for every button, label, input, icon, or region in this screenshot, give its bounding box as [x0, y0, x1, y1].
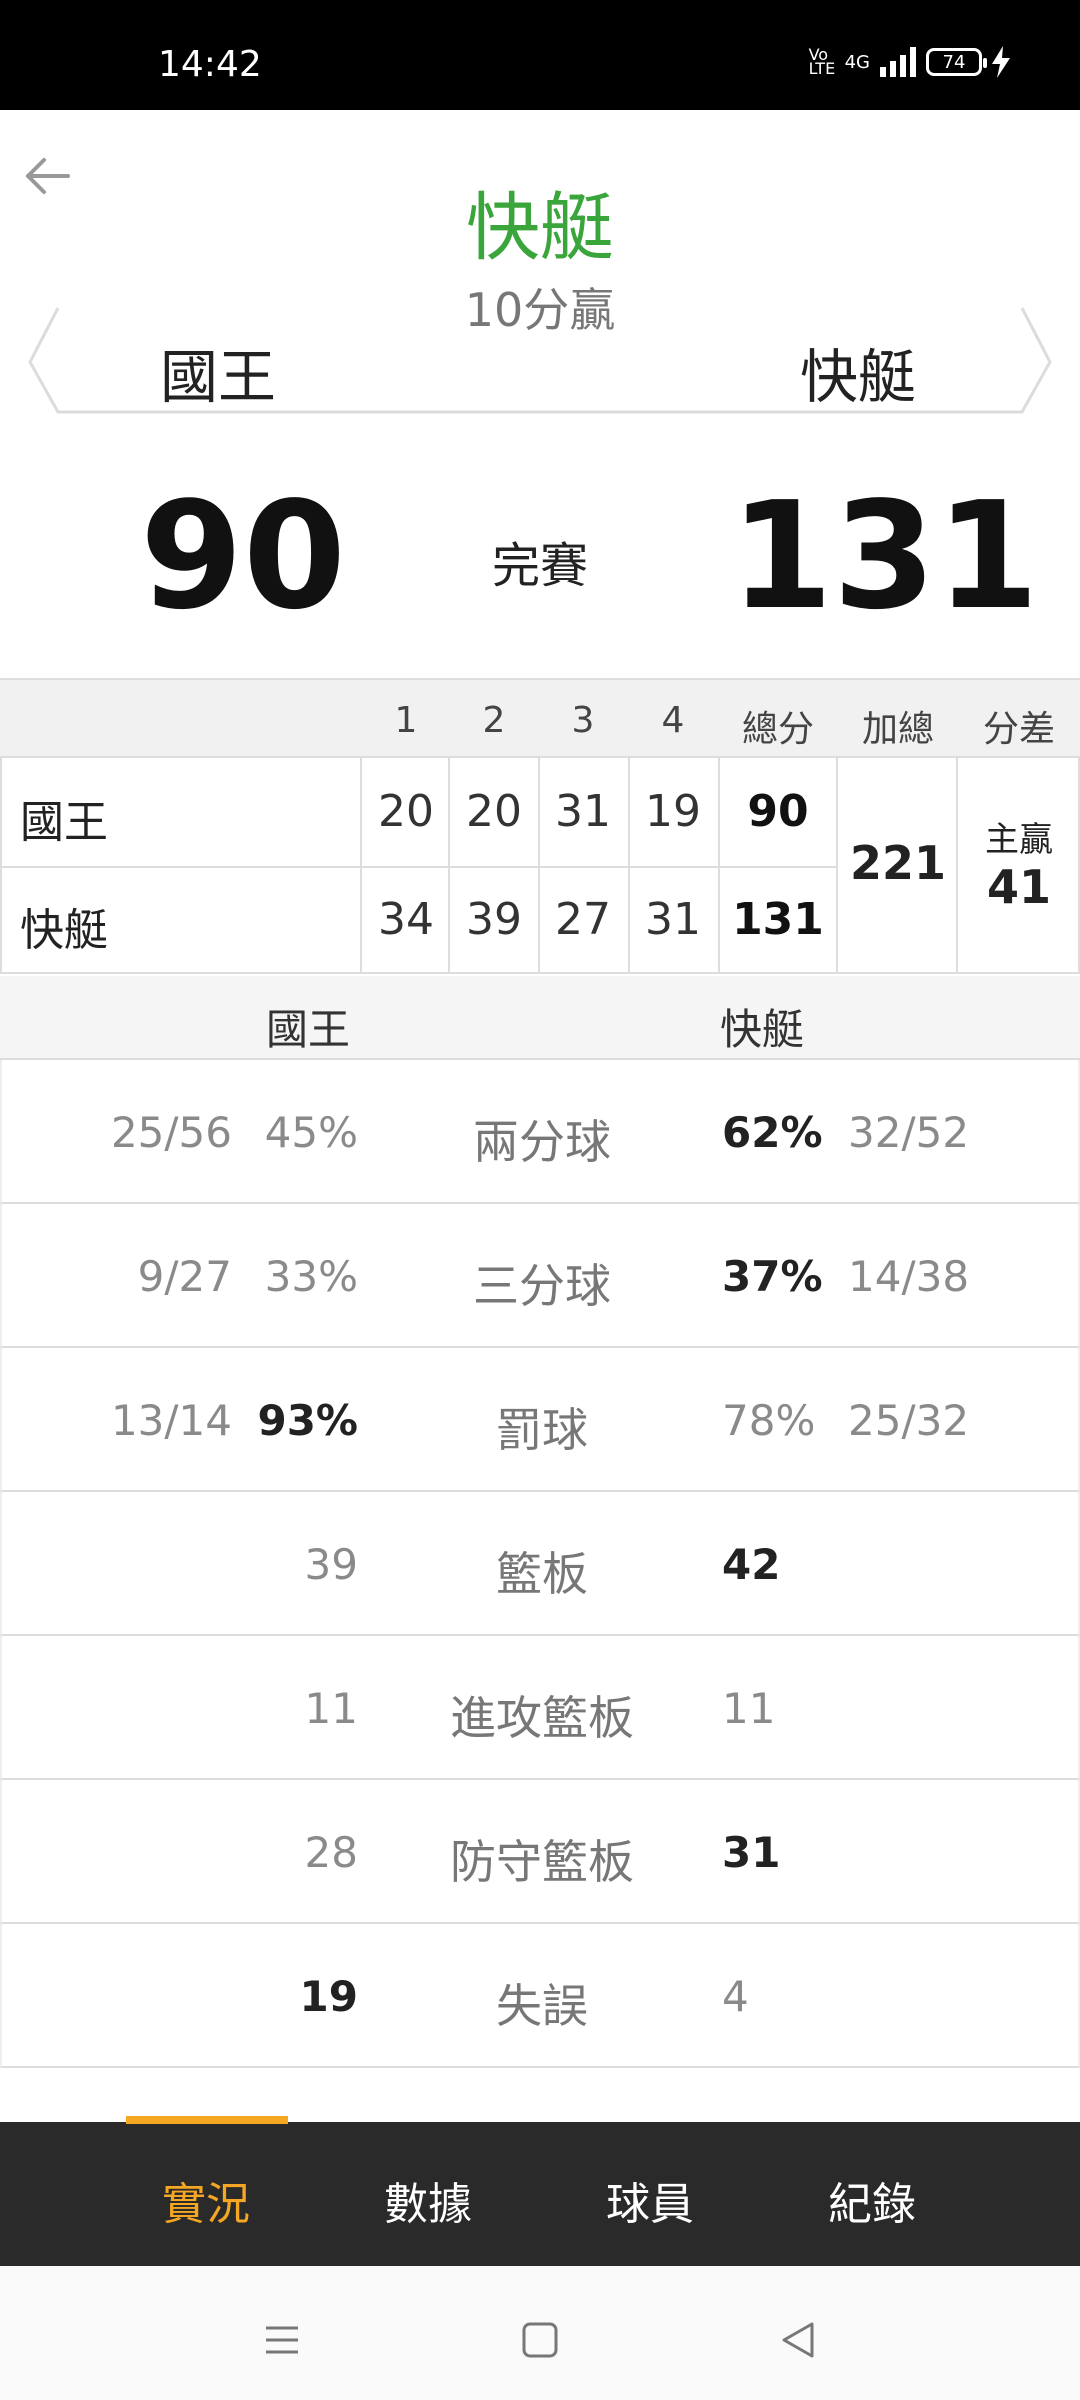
stat-label: 防守籃板 — [450, 1835, 634, 1889]
away-q2: 39 — [466, 894, 522, 945]
stat-row-offensive-rebounds: 11 進攻籃板 11 — [0, 1636, 1080, 1780]
box-score-header: 1 2 3 4 總分 加總 分差 — [0, 678, 1080, 758]
home-q3: 31 — [555, 786, 611, 837]
tab-live[interactable]: 實況 — [106, 2168, 306, 2232]
tab-players[interactable]: 球員 — [550, 2168, 750, 2232]
away-fraction: 32/52 — [848, 1108, 970, 1157]
header-q4: 4 — [661, 700, 685, 741]
header-q3: 3 — [571, 700, 595, 741]
home-team-name: 國王 — [160, 343, 277, 411]
away-value: 78% — [722, 1396, 816, 1445]
header-total: 總分 — [741, 709, 814, 750]
square-home-icon[interactable] — [518, 2318, 562, 2362]
home-q4: 19 — [645, 786, 701, 837]
away-q4: 31 — [645, 894, 701, 945]
battery-level: 74 — [942, 51, 966, 73]
comparison-away-team: 快艇 — [720, 1005, 805, 1054]
header-q2: 2 — [482, 700, 506, 741]
away-value: 42 — [722, 1540, 781, 1589]
box-score-table: 1 2 3 4 總分 加總 分差 國王 20 20 31 19 90 快艇 34… — [0, 678, 1080, 974]
stat-label: 進攻籃板 — [450, 1691, 634, 1745]
stat-row-free-throws: 13/14 93% 罰球 78% 25/32 — [0, 1348, 1080, 1492]
away-value: 31 — [722, 1828, 781, 1877]
stat-row-rebounds: 39 籃板 42 — [0, 1492, 1080, 1636]
away-team-name: 快艇 — [800, 343, 917, 411]
spread-label: 主贏 — [985, 820, 1053, 860]
menu-lines-icon[interactable] — [260, 2318, 304, 2362]
tab-records[interactable]: 紀錄 — [772, 2168, 972, 2232]
status-icons: Vo LTE 4G 74 — [809, 46, 1010, 78]
status-time: 14:42 — [158, 44, 262, 85]
header-q1: 1 — [394, 700, 418, 741]
tab-stats[interactable]: 數據 — [328, 2168, 528, 2232]
away-value: 11 — [722, 1684, 776, 1733]
signal-icon — [880, 47, 916, 77]
triangle-back-icon[interactable] — [776, 2318, 820, 2362]
charging-icon — [992, 46, 1010, 78]
comparison-header: 國王 快艇 — [0, 976, 1080, 1060]
box-row-home-team: 國王 — [20, 797, 108, 848]
stat-row-two-pointers: 25/56 45% 兩分球 62% 32/52 — [0, 1060, 1080, 1204]
stat-row-turnovers: 19 失誤 4 — [0, 1924, 1080, 2068]
comparison-home-team: 國王 — [266, 1005, 351, 1054]
header-spread: 分差 — [982, 709, 1055, 750]
volte-icon: Vo LTE — [808, 45, 836, 78]
stat-label: 失誤 — [496, 1979, 588, 2033]
stat-row-defensive-rebounds: 28 防守籃板 31 — [0, 1780, 1080, 1924]
away-value: 37% — [722, 1252, 823, 1301]
away-value: 4 — [722, 1972, 749, 2021]
tab-active-indicator — [126, 2116, 288, 2124]
away-fraction: 25/32 — [848, 1396, 970, 1445]
spread-value: 41 — [986, 860, 1051, 914]
away-q1: 34 — [378, 894, 434, 945]
away-score: 131 — [730, 470, 1039, 642]
battery-icon: 74 — [926, 48, 987, 76]
stat-label: 籃板 — [496, 1547, 588, 1601]
home-q2: 20 — [466, 786, 522, 837]
winner-team: 快艇 — [466, 185, 614, 271]
comparison-list: 25/56 45% 兩分球 62% 32/52 9/27 33% 三分球 37%… — [0, 1060, 1080, 2068]
box-row-away-team: 快艇 — [20, 905, 108, 956]
header-combined: 加總 — [861, 709, 934, 750]
away-total: 131 — [732, 894, 824, 945]
home-total: 90 — [747, 786, 809, 837]
combined-total: 221 — [849, 836, 947, 890]
status-bar: 14:42 Vo LTE 4G 74 — [0, 0, 1080, 110]
away-fraction: 14/38 — [848, 1252, 970, 1301]
stat-row-three-pointers: 9/27 33% 三分球 37% 14/38 — [0, 1204, 1080, 1348]
home-q1: 20 — [378, 786, 434, 837]
network-type-label: 4G — [844, 51, 870, 73]
box-score-body: 國王 20 20 31 19 90 快艇 34 39 27 31 131 221… — [0, 758, 1080, 974]
away-q3: 27 — [555, 894, 611, 945]
away-value: 62% — [722, 1108, 823, 1157]
